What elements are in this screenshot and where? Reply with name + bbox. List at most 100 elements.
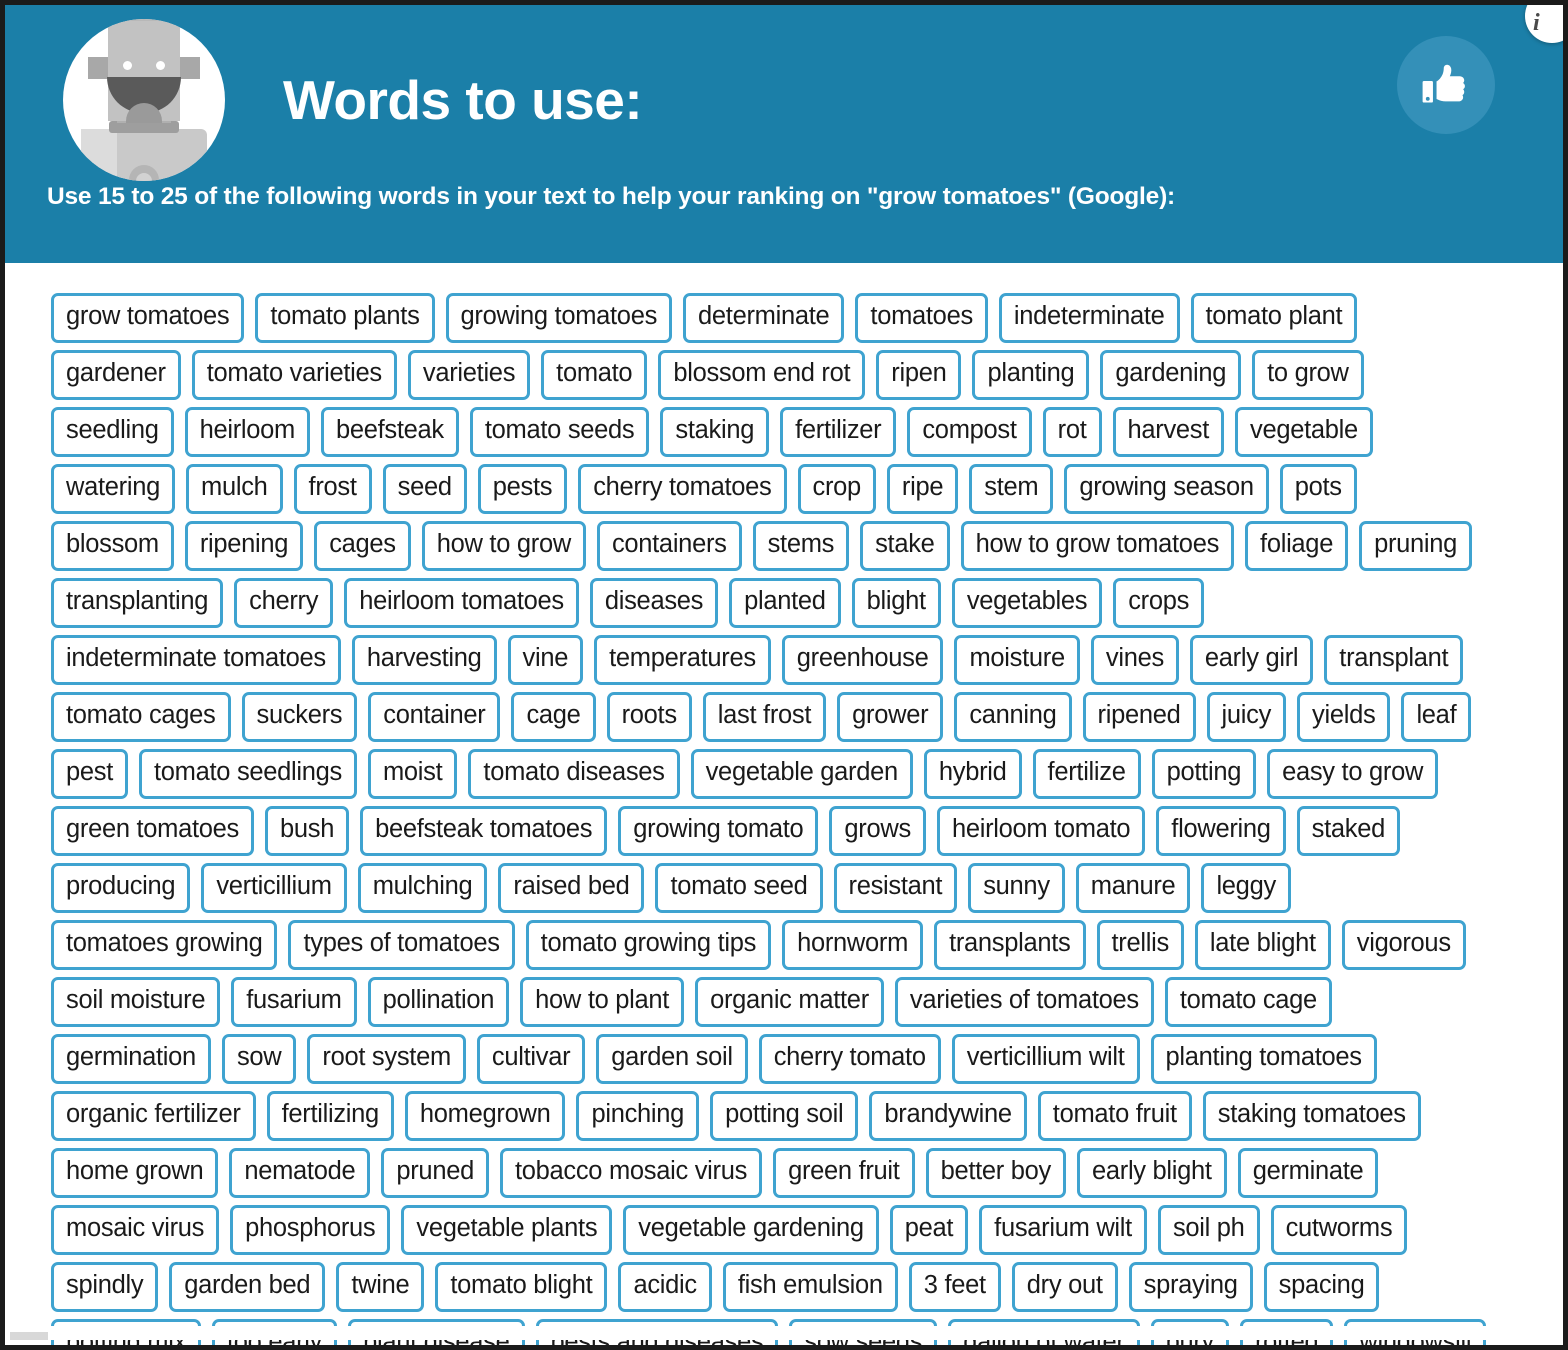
keyword-tag[interactable]: indeterminate tomatoes bbox=[51, 635, 341, 685]
keyword-tag[interactable]: tomato varieties bbox=[191, 350, 397, 400]
keyword-tag[interactable]: roots bbox=[606, 692, 692, 742]
keyword-tag[interactable]: ripening bbox=[184, 521, 304, 571]
keyword-tag[interactable]: tomatoes growing bbox=[51, 920, 278, 970]
keyword-tag[interactable]: beefsteak bbox=[321, 407, 459, 457]
keyword-tag[interactable]: pest bbox=[51, 749, 128, 799]
keyword-tag[interactable]: tomatoes bbox=[855, 293, 988, 343]
keyword-tag[interactable]: twine bbox=[336, 1262, 425, 1312]
keyword-tag[interactable]: tomato growing tips bbox=[525, 920, 772, 970]
keyword-tag[interactable]: growing season bbox=[1064, 464, 1269, 514]
keyword-tag[interactable]: containers bbox=[596, 521, 742, 571]
keyword-tag[interactable]: root system bbox=[307, 1034, 466, 1084]
keyword-tag[interactable]: homegrown bbox=[404, 1091, 566, 1141]
keyword-tag[interactable]: growing tomato bbox=[618, 806, 819, 856]
keyword-tag[interactable]: ripe bbox=[886, 464, 959, 514]
keyword-tag[interactable]: brandywine bbox=[869, 1091, 1027, 1141]
keyword-tag[interactable]: mulching bbox=[357, 863, 488, 913]
keyword-tag[interactable]: cages bbox=[314, 521, 411, 571]
keyword-tag[interactable]: harvest bbox=[1112, 407, 1225, 457]
keyword-tag[interactable]: juicy bbox=[1206, 692, 1287, 742]
keyword-tag[interactable]: garden soil bbox=[596, 1034, 748, 1084]
keyword-tag[interactable]: fish emulsion bbox=[722, 1262, 898, 1312]
keyword-tag[interactable]: ripen bbox=[876, 350, 962, 400]
keyword-tag[interactable]: heirloom tomatoes bbox=[344, 578, 579, 628]
keyword-tag[interactable]: determinate bbox=[683, 293, 845, 343]
keyword-tag[interactable]: bush bbox=[265, 806, 350, 856]
keyword-tag[interactable]: easy to grow bbox=[1267, 749, 1439, 799]
keyword-tag[interactable]: suckers bbox=[241, 692, 358, 742]
keyword-tag[interactable]: soil moisture bbox=[51, 977, 221, 1027]
keyword-tag[interactable]: last frost bbox=[702, 692, 827, 742]
keyword-tag[interactable]: heirloom tomato bbox=[936, 806, 1146, 856]
keyword-tag[interactable]: verticillium wilt bbox=[951, 1034, 1140, 1084]
keyword-tag[interactable]: tomato blight bbox=[435, 1262, 608, 1312]
keyword-tag[interactable]: transplant bbox=[1324, 635, 1464, 685]
keyword-tag[interactable]: trellis bbox=[1096, 920, 1184, 970]
keyword-tag[interactable]: vegetables bbox=[951, 578, 1103, 628]
keyword-tag[interactable]: stems bbox=[752, 521, 850, 571]
keyword-tag[interactable]: blossom end rot bbox=[658, 350, 866, 400]
keyword-tag[interactable]: fertilizing bbox=[266, 1091, 394, 1141]
keyword-tag[interactable]: home grown bbox=[51, 1148, 219, 1198]
keyword-tag[interactable]: frost bbox=[293, 464, 372, 514]
keyword-tag[interactable]: diseases bbox=[589, 578, 719, 628]
keyword-tag[interactable]: cage bbox=[511, 692, 596, 742]
keyword-tag[interactable]: pruning bbox=[1359, 521, 1473, 571]
keyword-tag[interactable]: fusarium bbox=[231, 977, 357, 1027]
keyword-tag[interactable]: crops bbox=[1113, 578, 1205, 628]
keyword-tag[interactable]: manure bbox=[1075, 863, 1191, 913]
keyword-tag[interactable]: vegetable garden bbox=[690, 749, 913, 799]
keyword-tag[interactable]: cutworms bbox=[1270, 1205, 1408, 1255]
keyword-tag[interactable]: how to grow tomatoes bbox=[960, 521, 1235, 571]
keyword-tag[interactable]: fusarium wilt bbox=[979, 1205, 1147, 1255]
keyword-tag[interactable]: temperatures bbox=[594, 635, 771, 685]
keyword-tag[interactable]: better boy bbox=[925, 1148, 1066, 1198]
keyword-tag[interactable]: how to grow bbox=[421, 521, 586, 571]
keyword-tag[interactable]: vegetable plants bbox=[401, 1205, 613, 1255]
keyword-tag[interactable]: gardener bbox=[51, 350, 181, 400]
keyword-tag[interactable]: producing bbox=[51, 863, 191, 913]
keyword-tag[interactable]: organic fertilizer bbox=[51, 1091, 256, 1141]
keyword-tag[interactable]: planting tomatoes bbox=[1150, 1034, 1377, 1084]
keyword-tag[interactable]: foliage bbox=[1245, 521, 1349, 571]
keyword-tag[interactable]: vines bbox=[1090, 635, 1179, 685]
keyword-tag[interactable]: acidic bbox=[618, 1262, 712, 1312]
keyword-tag[interactable]: tomato cage bbox=[1164, 977, 1332, 1027]
keyword-tag[interactable]: to grow bbox=[1252, 350, 1364, 400]
keyword-tag[interactable]: pruned bbox=[381, 1148, 489, 1198]
keyword-tag[interactable]: cultivar bbox=[476, 1034, 586, 1084]
keyword-tag[interactable]: pests bbox=[477, 464, 568, 514]
keyword-tag[interactable]: moist bbox=[367, 749, 458, 799]
keyword-tag[interactable]: potting bbox=[1151, 749, 1257, 799]
keyword-tag[interactable]: resistant bbox=[833, 863, 958, 913]
keyword-tag[interactable]: nematode bbox=[229, 1148, 371, 1198]
keyword-tag[interactable]: varieties of tomatoes bbox=[894, 977, 1154, 1027]
keyword-tag[interactable]: blight bbox=[851, 578, 941, 628]
keyword-tag[interactable]: crop bbox=[797, 464, 876, 514]
keyword-tag[interactable]: verticillium bbox=[201, 863, 347, 913]
keyword-tag[interactable]: tomato fruit bbox=[1037, 1091, 1192, 1141]
keyword-tag[interactable]: ripened bbox=[1082, 692, 1196, 742]
keyword-tag[interactable]: tomato seedlings bbox=[139, 749, 357, 799]
keyword-tag[interactable]: watering bbox=[51, 464, 175, 514]
keyword-tag[interactable]: potting soil bbox=[710, 1091, 859, 1141]
keyword-tag[interactable]: staked bbox=[1296, 806, 1400, 856]
keyword-tag[interactable]: stake bbox=[860, 521, 950, 571]
keyword-tag[interactable]: growing tomatoes bbox=[445, 293, 673, 343]
keyword-tag[interactable]: canning bbox=[954, 692, 1072, 742]
keyword-tag[interactable]: mulch bbox=[186, 464, 283, 514]
thumbs-up-icon[interactable] bbox=[1397, 36, 1495, 134]
keyword-tag[interactable]: green tomatoes bbox=[51, 806, 254, 856]
keyword-tag[interactable]: staking tomatoes bbox=[1202, 1091, 1421, 1141]
keyword-tag[interactable]: seed bbox=[382, 464, 467, 514]
keyword-tag[interactable]: pollination bbox=[367, 977, 510, 1027]
keyword-tag[interactable]: soil ph bbox=[1157, 1205, 1260, 1255]
keyword-tag[interactable]: stem bbox=[969, 464, 1054, 514]
keyword-tag[interactable]: raised bed bbox=[498, 863, 645, 913]
keyword-tag[interactable]: tobacco mosaic virus bbox=[499, 1148, 763, 1198]
keyword-tag[interactable]: spraying bbox=[1128, 1262, 1253, 1312]
keyword-tag[interactable]: mosaic virus bbox=[51, 1205, 220, 1255]
keyword-tag[interactable]: germinate bbox=[1237, 1148, 1379, 1198]
scroll-indicator[interactable] bbox=[10, 1332, 48, 1340]
keyword-tag[interactable]: grower bbox=[837, 692, 944, 742]
